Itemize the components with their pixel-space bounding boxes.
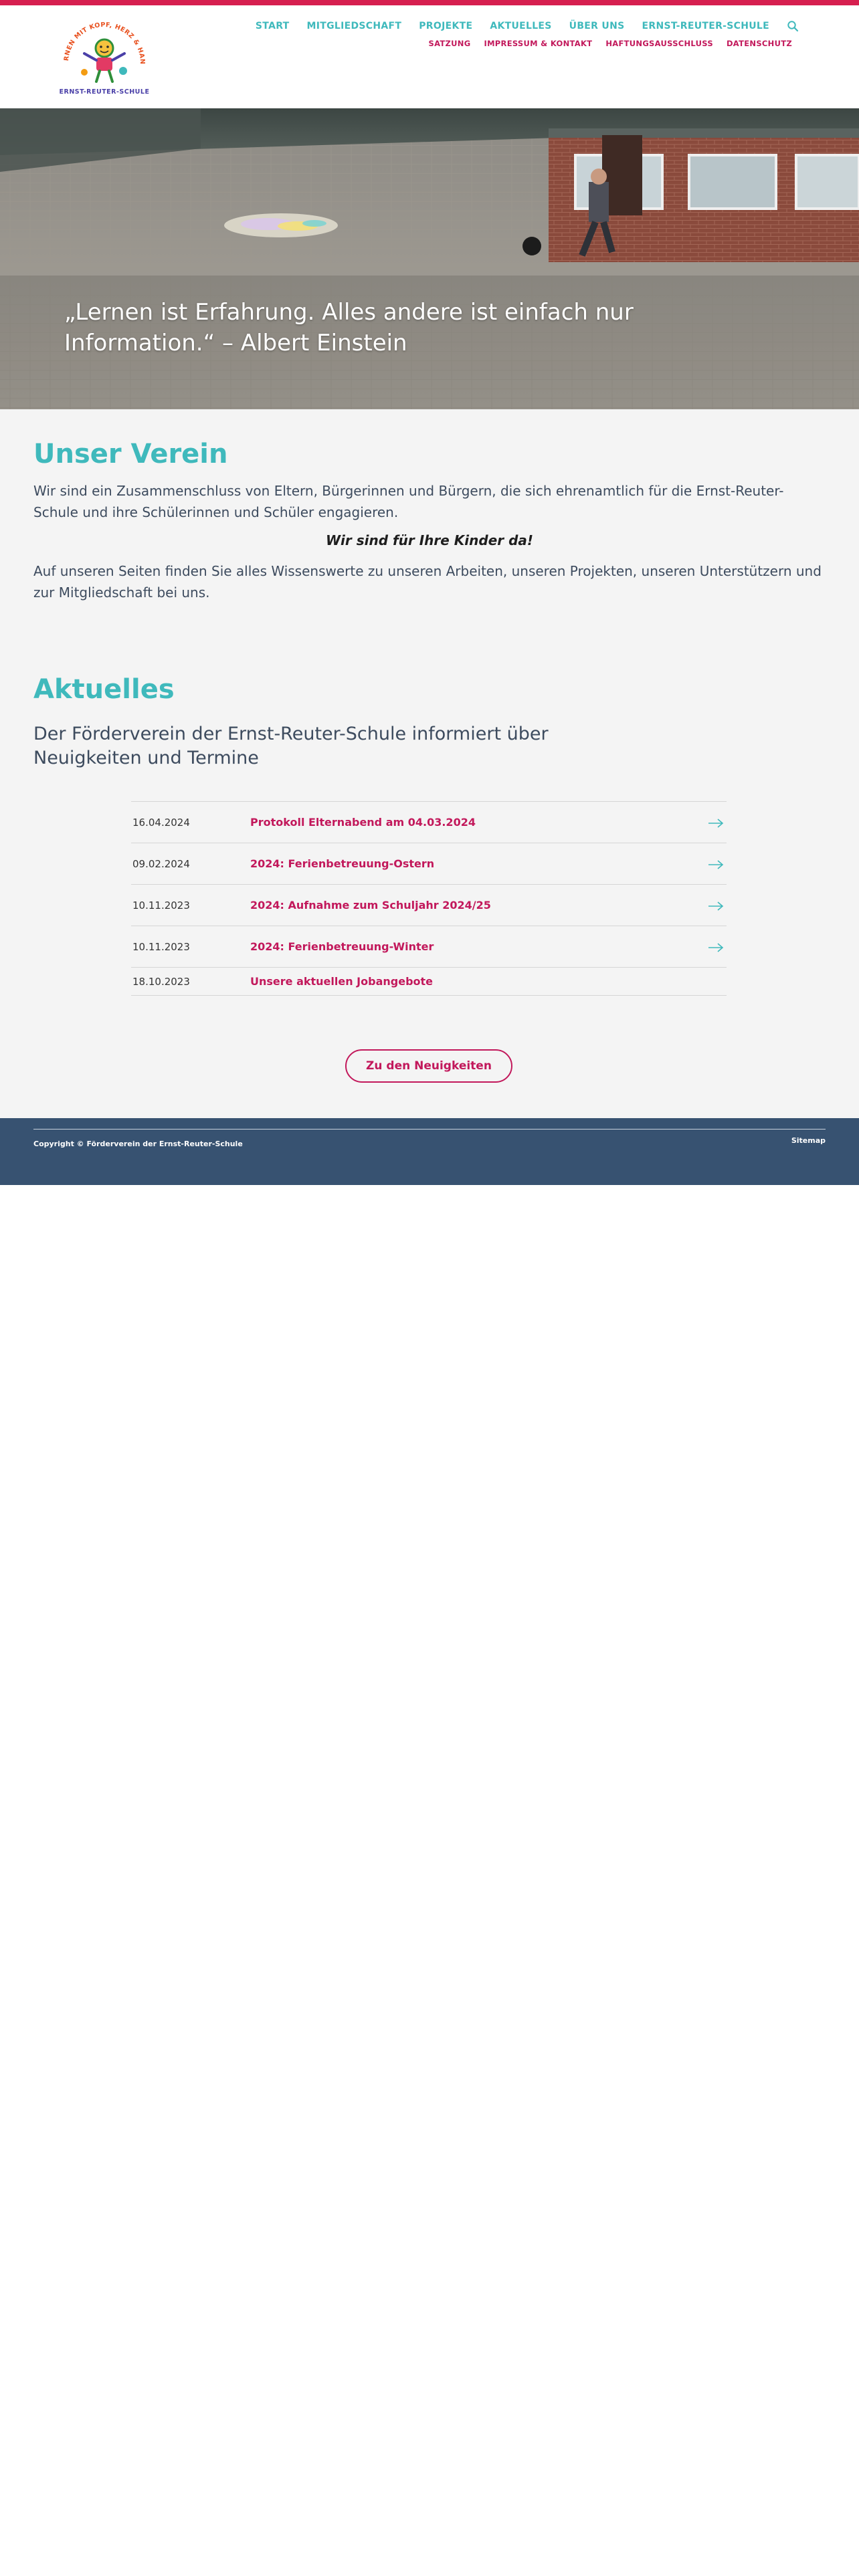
news-date: 09.02.2024 bbox=[132, 857, 190, 870]
news-title-link[interactable]: Protokoll Elternabend am 04.03.2024 bbox=[250, 816, 727, 829]
arrow-right-icon[interactable] bbox=[708, 942, 724, 952]
news-item[interactable]: 10.11.2023 2024: Ferienbetreuung-Winter bbox=[131, 926, 727, 968]
nav-mitgliedschaft[interactable]: MITGLIEDSCHAFT bbox=[307, 21, 402, 31]
news-title-link[interactable]: 2024: Ferienbetreuung-Winter bbox=[250, 940, 727, 953]
news-date: 10.11.2023 bbox=[132, 899, 190, 911]
main-navigation: START MITGLIEDSCHAFT PROJEKTE AKTUELLES … bbox=[256, 16, 799, 36]
hero-photo bbox=[0, 108, 859, 409]
news-title-link[interactable]: 2024: Ferienbetreuung-Ostern bbox=[250, 857, 727, 870]
arrow-right-icon[interactable] bbox=[708, 818, 724, 828]
news-date: 18.10.2023 bbox=[132, 975, 190, 988]
aktuelles-title: Aktuelles bbox=[33, 674, 175, 705]
news-item[interactable]: 10.11.2023 2024: Aufnahme zum Schuljahr … bbox=[131, 885, 727, 926]
more-news-button[interactable]: Zu den Neuigkeiten bbox=[345, 1049, 512, 1083]
verein-description: Auf unseren Seiten finden Sie alles Wiss… bbox=[33, 563, 822, 601]
footer-divider bbox=[33, 1129, 826, 1130]
nav-ernst-reuter-schule[interactable]: ERNST-REUTER-SCHULE bbox=[642, 21, 770, 31]
nav-projekte[interactable]: PROJEKTE bbox=[419, 21, 472, 31]
hero-quote: „Lernen ist Erfahrung. Alles andere ist … bbox=[64, 299, 634, 356]
arrow-right-icon[interactable] bbox=[708, 859, 724, 869]
news-item[interactable]: 16.04.2024 Protokoll Elternabend am 04.0… bbox=[131, 802, 727, 843]
nav-aktuelles[interactable]: AKTUELLES bbox=[490, 21, 551, 31]
site-logo[interactable]: LERNEN MIT KOPF, HERZ & HAND ERNST-REUTE… bbox=[55, 8, 151, 99]
main-content: Unser Verein Wir sind ein Zusammenschlus… bbox=[0, 409, 859, 1118]
news-list: 16.04.2024 Protokoll Elternabend am 04.0… bbox=[131, 801, 727, 996]
news-title-link[interactable]: 2024: Aufnahme zum Schuljahr 2024/25 bbox=[250, 899, 727, 911]
verein-title: Unser Verein bbox=[33, 439, 228, 469]
nav-ueber-uns[interactable]: ÜBER UNS bbox=[569, 21, 625, 31]
copyright-text: Copyright © Förderverein der Ernst-Reute… bbox=[33, 1140, 243, 1148]
nav-impressum-kontakt[interactable]: IMPRESSUM & KONTAKT bbox=[484, 39, 592, 48]
nav-datenschutz[interactable]: DATENSCHUTZ bbox=[727, 39, 792, 48]
news-item[interactable]: 09.02.2024 2024: Ferienbetreuung-Ostern bbox=[131, 843, 727, 885]
hero-banner: „Lernen ist Erfahrung. Alles andere ist … bbox=[0, 108, 859, 409]
secondary-navigation: SATZUNG IMPRESSUM & KONTAKT HAFTUNGSAUSS… bbox=[429, 39, 793, 48]
search-icon[interactable] bbox=[787, 20, 799, 32]
nav-start[interactable]: START bbox=[256, 21, 290, 31]
news-title-link[interactable]: Unsere aktuellen Jobangebote bbox=[250, 975, 727, 988]
verein-intro: Wir sind ein Zusammenschluss von Eltern,… bbox=[33, 483, 784, 520]
top-accent-bar bbox=[0, 0, 859, 5]
arrow-right-icon[interactable] bbox=[708, 901, 724, 911]
logo-caption: ERNST-REUTER-SCHULE bbox=[59, 88, 150, 96]
aktuelles-subtitle: Der Förderverein der Ernst-Reuter-Schule… bbox=[33, 724, 549, 768]
nav-haftungsausschluss[interactable]: HAFTUNGSAUSSCHLUSS bbox=[605, 39, 713, 48]
empty-page-area bbox=[0, 1185, 859, 2576]
sitemap-link[interactable]: Sitemap bbox=[791, 1136, 826, 1145]
news-date: 10.11.2023 bbox=[132, 940, 190, 953]
news-date: 16.04.2024 bbox=[132, 816, 190, 829]
nav-satzung[interactable]: SATZUNG bbox=[429, 39, 471, 48]
verein-tagline: Wir sind für Ihre Kinder da! bbox=[325, 532, 534, 548]
logo-graphic: LERNEN MIT KOPF, HERZ & HAND bbox=[55, 8, 146, 83]
site-footer: Copyright © Förderverein der Ernst-Reute… bbox=[0, 1118, 859, 1185]
news-item[interactable]: 18.10.2023 Unsere aktuellen Jobangebote bbox=[131, 968, 727, 996]
site-header: LERNEN MIT KOPF, HERZ & HAND ERNST-REUTE… bbox=[0, 5, 859, 108]
